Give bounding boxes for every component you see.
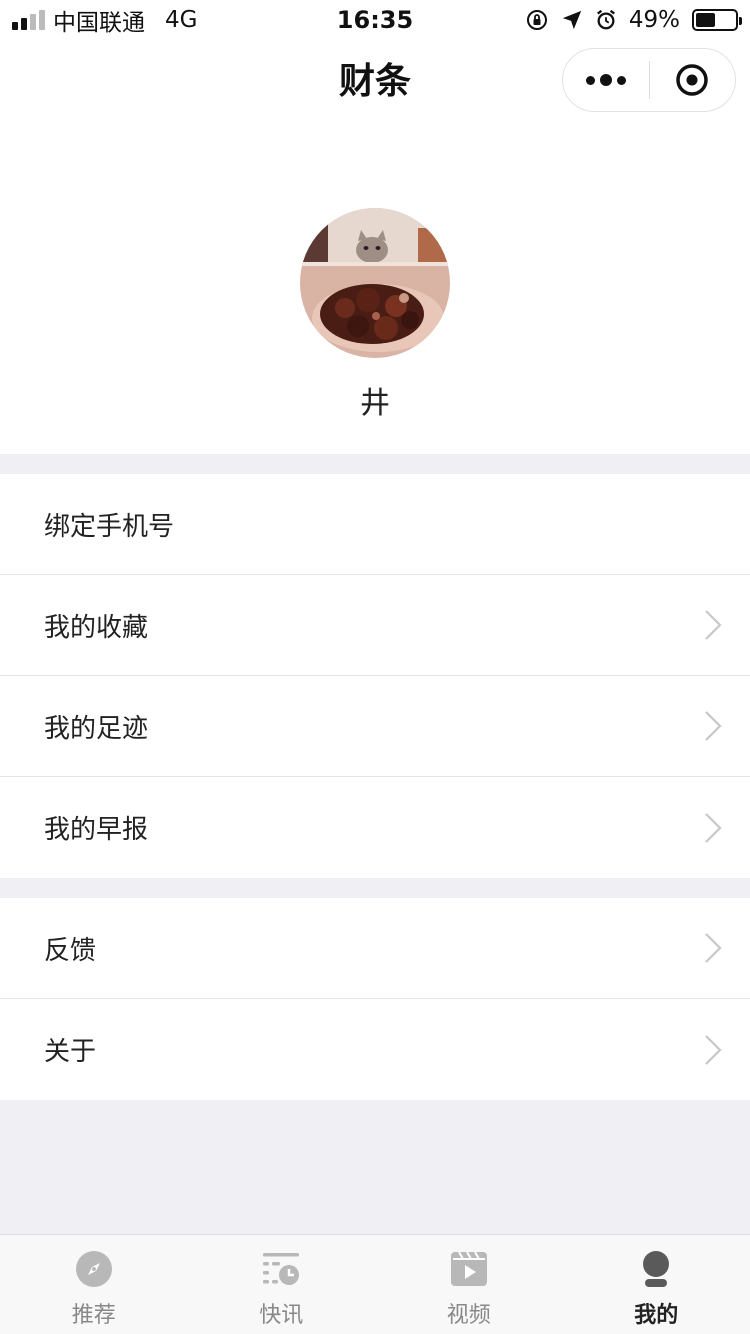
chevron-right-icon (705, 610, 722, 640)
menu-item-label: 我的足迹 (44, 713, 149, 744)
menu-item-label: 反馈 (44, 935, 97, 966)
status-bar: 中国联通 4G 16:35 49% (0, 0, 750, 40)
carrier-name: 中国联通 (53, 10, 145, 36)
chevron-right-icon (705, 1034, 722, 1065)
tab-bar: 推荐 快讯 视频 我的 (0, 1234, 750, 1334)
avatar[interactable] (300, 208, 450, 358)
chevron-right-icon (705, 812, 722, 843)
nav-bar: 财条 (0, 40, 750, 124)
battery-percent: 49% (628, 7, 680, 33)
compass-icon (75, 1251, 112, 1287)
tab-label: 视频 (446, 1303, 491, 1328)
tab-label: 推荐 (71, 1303, 116, 1328)
video-icon (450, 1251, 487, 1286)
chevron-right-icon (705, 711, 722, 741)
tab-mine[interactable]: 我的 (563, 1235, 750, 1334)
menu-item-label: 我的早报 (44, 815, 149, 845)
more-menu-icon[interactable] (563, 48, 649, 112)
mini-program-capsule (562, 48, 736, 112)
tab-recommend[interactable]: 推荐 (0, 1235, 188, 1334)
status-time: 16:35 (336, 6, 414, 34)
menu-item-favorites[interactable]: 我的收藏 (0, 575, 750, 676)
menu-item-bind-phone[interactable]: 绑定手机号 (0, 474, 750, 575)
menu-group-support: 反馈 关于 (0, 898, 750, 1100)
menu-item-feedback[interactable]: 反馈 (0, 898, 750, 999)
menu-item-label: 我的收藏 (44, 612, 149, 643)
menu-item-label: 绑定手机号 (44, 511, 175, 542)
profile-header: 井 (0, 124, 750, 454)
menu-item-label: 关于 (44, 1037, 97, 1067)
profile-icon (643, 1251, 670, 1287)
alarm-icon (596, 9, 615, 30)
tab-label: 快讯 (259, 1303, 304, 1328)
close-mini-program-icon[interactable] (650, 48, 736, 112)
battery-fill (696, 13, 715, 27)
rotation-lock-icon (526, 10, 547, 30)
chevron-right-icon (705, 933, 722, 963)
tab-newsflash[interactable]: 快讯 (188, 1235, 376, 1334)
network-type: 4G (165, 7, 198, 33)
menu-item-about[interactable]: 关于 (0, 999, 750, 1100)
signal-strength-icon (12, 10, 45, 30)
tab-label: 我的 (634, 1303, 679, 1328)
location-icon (562, 10, 582, 30)
menu-item-history[interactable]: 我的足迹 (0, 676, 750, 777)
tab-video[interactable]: 视频 (375, 1235, 563, 1334)
username: 井 (360, 386, 390, 421)
newsflash-icon (263, 1253, 300, 1285)
battery-icon (692, 9, 742, 31)
menu-group-account: 绑定手机号 我的收藏 我的足迹 我的早报 (0, 474, 750, 878)
menu-item-morning-report[interactable]: 我的早报 (0, 777, 750, 878)
